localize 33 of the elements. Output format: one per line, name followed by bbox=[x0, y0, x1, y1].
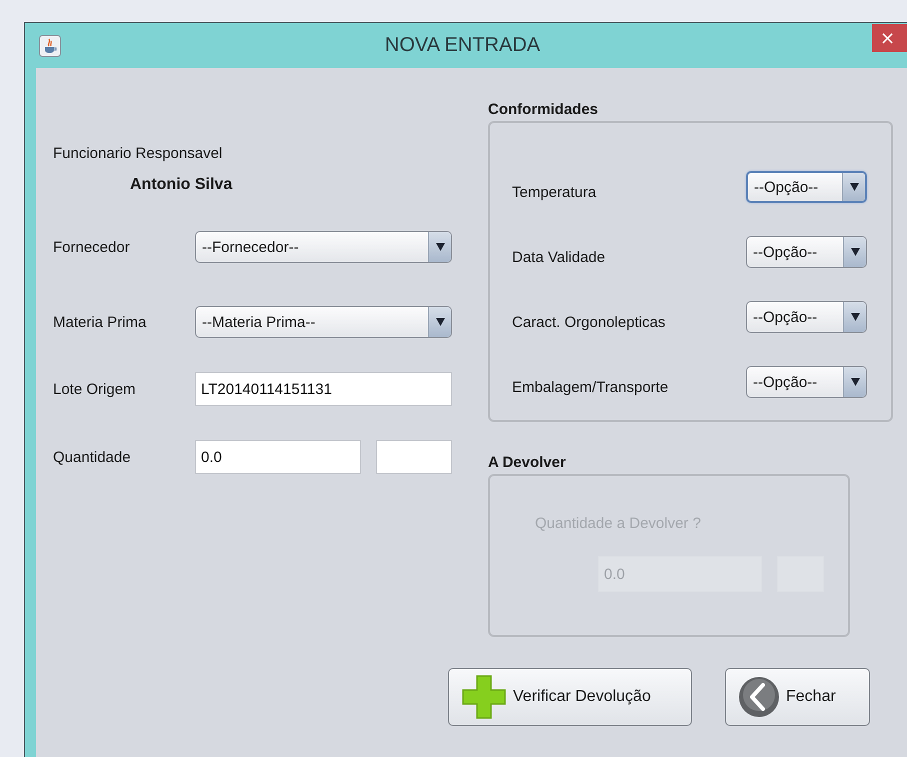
caret-icon bbox=[850, 313, 860, 321]
plus-icon bbox=[461, 674, 507, 720]
dropdown[interactable]: --Opção-- bbox=[746, 171, 867, 203]
group-title: Conformidades bbox=[488, 101, 600, 118]
group-title: A Devolver bbox=[488, 454, 567, 471]
input-field[interactable]: 0.0 bbox=[195, 440, 361, 474]
dropdown[interactable]: --Opção-- bbox=[746, 366, 867, 398]
field-label: Funcionario Responsavel bbox=[53, 145, 224, 163]
close-button[interactable]: × bbox=[872, 24, 907, 52]
caret-icon bbox=[850, 378, 860, 386]
dropdown[interactable]: --Materia Prima-- bbox=[195, 306, 452, 338]
coffee-cup-icon bbox=[39, 34, 61, 56]
caret-icon bbox=[850, 183, 858, 191]
caret-icon bbox=[436, 318, 444, 326]
window-title: NOVA ENTRADA bbox=[384, 34, 542, 57]
field-label: Quantidade bbox=[53, 448, 132, 466]
field-label: Data Validade bbox=[512, 248, 606, 266]
input-field[interactable] bbox=[376, 440, 452, 474]
verify-button[interactable]: Verificar Devolução bbox=[448, 668, 692, 726]
employee-name: Antonio Silva bbox=[130, 176, 234, 194]
field-label: Caract. Orgonolepticas bbox=[512, 314, 666, 330]
input-field[interactable]: LT20140114151131 bbox=[195, 372, 452, 406]
field-label: Fornecedor bbox=[53, 238, 131, 256]
close-dialog-button[interactable]: Fechar bbox=[725, 668, 870, 726]
dropdown[interactable]: --Fornecedor-- bbox=[195, 231, 452, 263]
field-label: Materia Prima bbox=[53, 314, 148, 330]
dropdown[interactable]: --Opção-- bbox=[746, 236, 867, 268]
field-label: Temperatura bbox=[512, 184, 596, 200]
caret-icon bbox=[850, 248, 860, 256]
field-label: Embalagem/Transporte bbox=[512, 378, 668, 396]
caret-icon bbox=[436, 243, 444, 251]
dropdown[interactable]: --Opção-- bbox=[746, 301, 867, 333]
field-label: Lote Origem bbox=[53, 380, 137, 398]
